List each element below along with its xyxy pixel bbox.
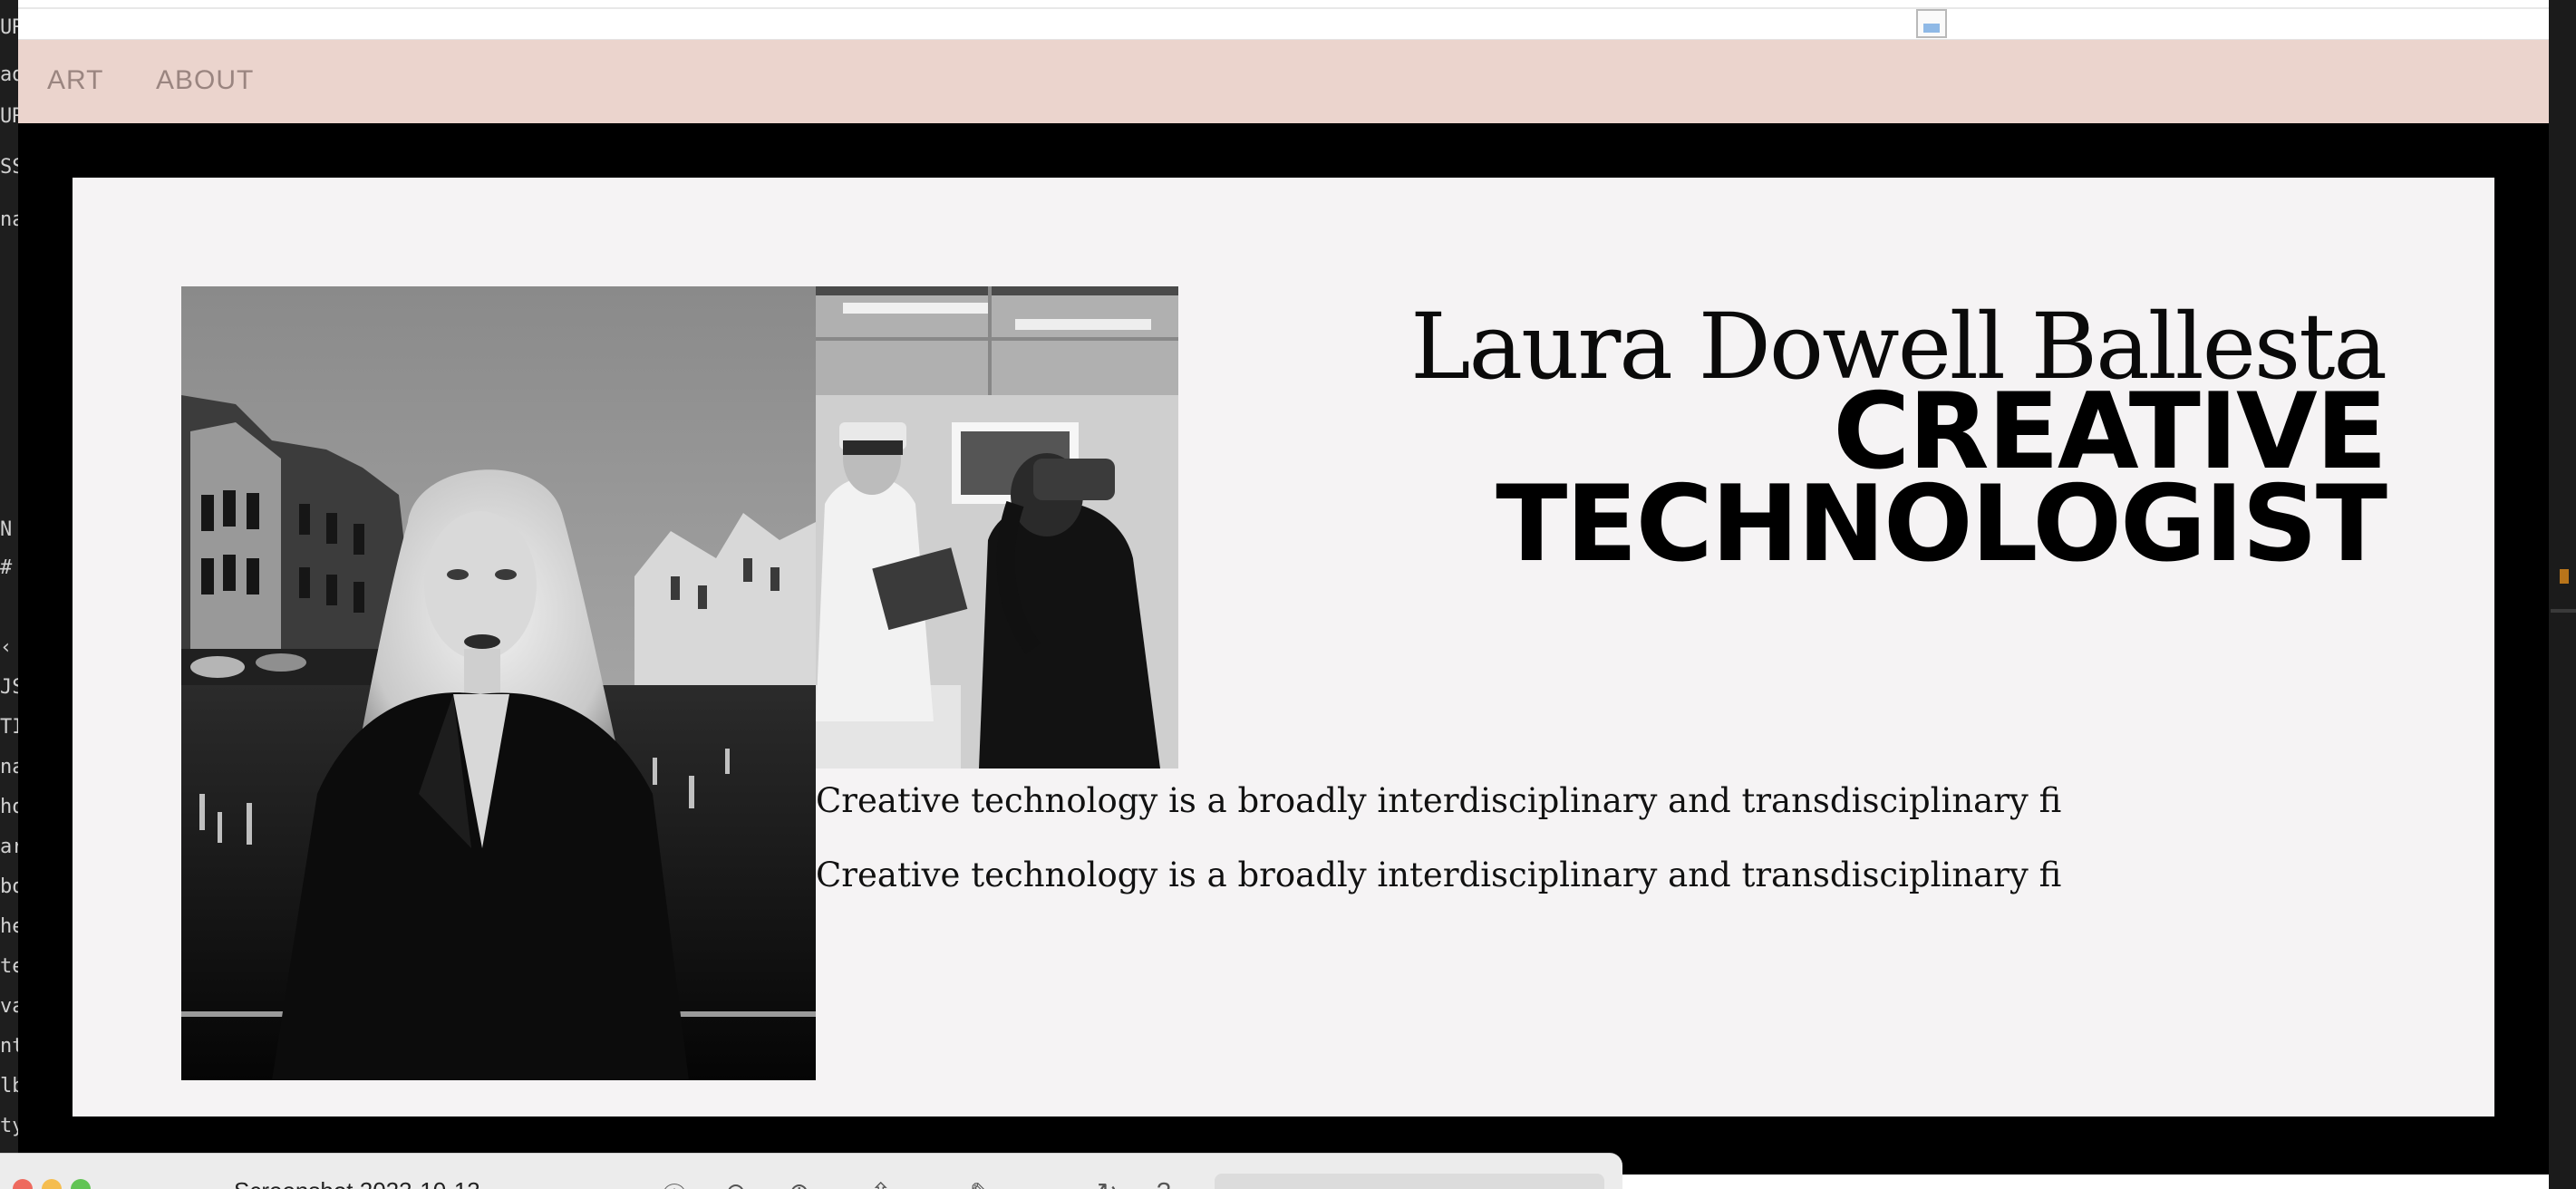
editor-fragment: N xyxy=(0,518,13,541)
role-title-line: TECHNOLOGIST xyxy=(1496,463,2387,585)
editor-fragment: UR xyxy=(0,16,18,39)
editor-fragment: JS xyxy=(0,676,18,699)
editor-fragment: SS xyxy=(0,156,18,179)
editor-fragment: na xyxy=(0,756,18,778)
top-rule xyxy=(18,7,2549,9)
editor-fragment: ho xyxy=(0,796,18,818)
editor-fragment: ty xyxy=(0,1115,18,1137)
background-editor-strip: UR ad UR SS na N # ‹ JS TI na ho ar bo h… xyxy=(0,0,18,1189)
editor-fragment: te xyxy=(0,955,18,978)
editor-fragment: bo xyxy=(0,875,18,898)
zoom-in-icon[interactable]: ⊕ xyxy=(789,1177,809,1189)
zoom-out-icon[interactable]: ⊖ xyxy=(725,1177,746,1189)
editor-fragment: nt xyxy=(0,1035,18,1058)
window-title: Screenshot 2023-10-13 xyxy=(234,1177,480,1189)
editor-fragment: # xyxy=(0,556,13,579)
hero-card: Laura Dowell Ballesta CREATIVE TECHNOLOG… xyxy=(73,178,2494,1116)
editor-fragment: TI xyxy=(0,716,18,739)
role-title: CREATIVE TECHNOLOGIST xyxy=(1496,380,2387,585)
info-icon[interactable]: ⓘ xyxy=(662,1177,687,1189)
broken-image-icon xyxy=(1916,9,1947,38)
vr-photo-drawing xyxy=(816,286,1178,768)
page-top-bar xyxy=(18,0,2549,40)
intro-paragraph: Creative technology is a broadly interdi… xyxy=(816,856,2062,894)
vr-photo xyxy=(816,286,1178,768)
help-icon[interactable]: ? xyxy=(1157,1177,1171,1189)
minimap-line xyxy=(2551,609,2576,613)
share-icon[interactable]: ⇧ xyxy=(870,1177,891,1189)
editor-fragment: na xyxy=(0,208,18,231)
editor-fragment: ad xyxy=(0,63,18,86)
zoom-window-icon[interactable] xyxy=(71,1179,91,1189)
site-nav: ART ABOUT xyxy=(18,40,2549,123)
editor-fragment: va xyxy=(0,995,18,1018)
intro-paragraph: Creative technology is a broadly interdi… xyxy=(816,781,2062,820)
rotate-icon[interactable]: ↻ xyxy=(1097,1177,1118,1189)
sidebar-toggle-icon[interactable]: ▭ xyxy=(141,1177,165,1189)
editor-fragment: UR xyxy=(0,105,18,128)
nav-link-about[interactable]: ABOUT xyxy=(156,65,254,96)
background-window-edge xyxy=(1622,1174,2549,1189)
background-editor-minimap xyxy=(2549,0,2576,1189)
markup-icon[interactable]: ✎ xyxy=(970,1177,991,1189)
portrait-photo xyxy=(181,286,816,1080)
nav-link-art[interactable]: ART xyxy=(47,65,103,96)
minimize-window-icon[interactable] xyxy=(42,1179,62,1189)
browser-viewport: ART ABOUT Laura Dowell Ballesta CREATIVE… xyxy=(18,0,2549,1189)
editor-fragment: ‹ xyxy=(0,636,13,659)
background-window-toolbar: ▭ Screenshot 2023-10-13 ⓘ ⊖ ⊕ ⇧ ✎ ↻ ? xyxy=(0,1153,1622,1189)
editor-fragment: he xyxy=(0,915,18,938)
minimap-marker xyxy=(2560,569,2569,584)
portrait-photo-drawing xyxy=(181,286,816,1080)
close-window-icon[interactable] xyxy=(13,1179,33,1189)
editor-fragment: ar xyxy=(0,836,18,858)
editor-fragment: lb xyxy=(0,1075,18,1097)
search-field[interactable] xyxy=(1215,1174,1604,1189)
